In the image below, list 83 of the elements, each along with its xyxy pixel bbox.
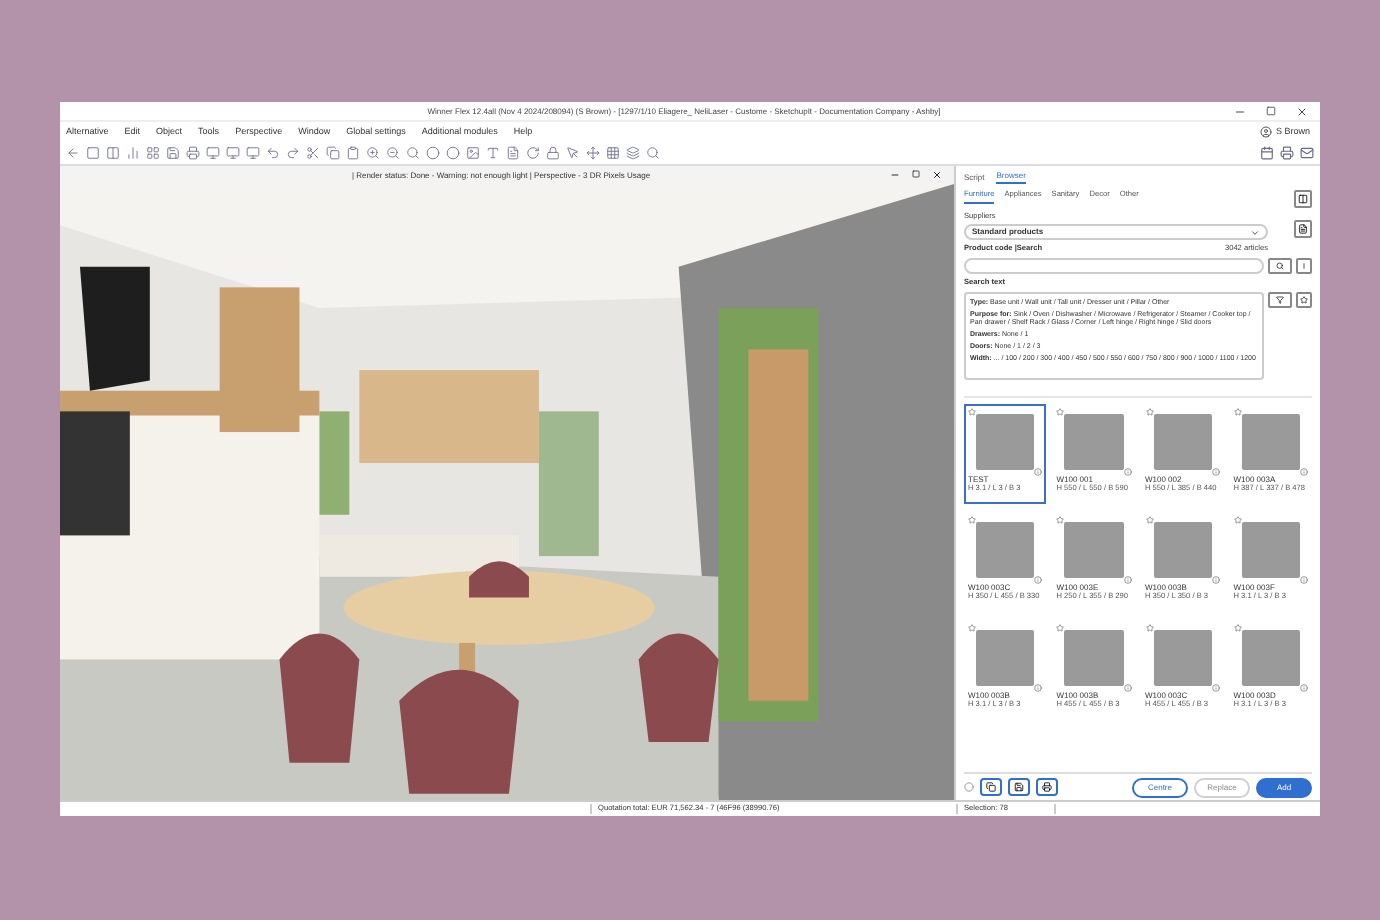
info-icon[interactable] [1300, 467, 1308, 476]
chart-icon[interactable] [126, 146, 140, 160]
info-icon[interactable] [1123, 467, 1131, 476]
frame-icon[interactable] [86, 146, 100, 160]
text-icon[interactable] [486, 146, 500, 160]
lock-icon[interactable] [546, 146, 560, 160]
favorite-icon[interactable] [968, 515, 976, 524]
zoom-in-icon[interactable] [366, 146, 380, 160]
info-icon[interactable] [1034, 575, 1043, 584]
info-icon[interactable] [1300, 575, 1308, 584]
save-icon[interactable] [1008, 778, 1030, 796]
image-icon[interactable] [466, 146, 480, 160]
favorite-icon[interactable] [968, 623, 976, 632]
minimize-icon[interactable] [1234, 105, 1247, 117]
favorite-icon[interactable] [1233, 515, 1242, 524]
search-icon[interactable] [646, 146, 660, 160]
caret-icon [1250, 227, 1260, 238]
search-icon[interactable] [1268, 258, 1292, 275]
favorite-icon[interactable] [1145, 515, 1153, 524]
paste-icon[interactable] [346, 146, 360, 160]
panel-icon[interactable] [1294, 190, 1312, 208]
info-icon[interactable] [1034, 683, 1043, 692]
info-icon[interactable] [1211, 575, 1220, 584]
product-thumbnail [976, 629, 1035, 686]
info-icon[interactable] [1123, 575, 1131, 584]
maximize-icon[interactable] [912, 170, 920, 178]
mail-icon[interactable] [1300, 146, 1314, 160]
circle-icon[interactable] [964, 782, 974, 792]
circle-icon[interactable] [426, 146, 440, 160]
favorite-icon[interactable] [1145, 623, 1153, 632]
product-thumbnail [1064, 413, 1123, 470]
filter-list[interactable] [964, 291, 1264, 380]
product-thumbnail [976, 521, 1035, 578]
maximize-icon[interactable] [1266, 105, 1277, 115]
product-thumbnail [1153, 629, 1212, 686]
info-icon[interactable] [1123, 683, 1131, 692]
circle-icon[interactable] [446, 146, 460, 160]
info-icon[interactable] [1034, 467, 1043, 476]
pointer-icon[interactable] [566, 146, 580, 160]
product-thumbnail [976, 413, 1035, 470]
product-thumbnail [1064, 629, 1123, 686]
favorite-icon[interactable] [1056, 623, 1065, 632]
print-icon[interactable] [1036, 778, 1058, 796]
favorite-icon[interactable] [1145, 407, 1153, 416]
panel-icon[interactable] [106, 146, 120, 160]
favorite-icon[interactable] [968, 407, 976, 416]
product-thumbnail [1153, 413, 1212, 470]
close-icon[interactable] [1296, 105, 1309, 117]
move-icon[interactable] [586, 146, 600, 160]
rotate-icon[interactable] [526, 146, 540, 160]
cut-icon[interactable] [306, 146, 320, 160]
monitor-icon[interactable] [246, 146, 260, 160]
monitor-icon[interactable] [226, 146, 240, 160]
back-icon[interactable] [66, 146, 80, 160]
product-thumbnail [1064, 521, 1123, 578]
product-code-field[interactable] [964, 258, 1264, 275]
info-icon[interactable] [1211, 467, 1220, 476]
layers-icon[interactable] [626, 146, 640, 160]
copy-icon[interactable] [980, 778, 1002, 796]
favorite-icon[interactable] [1056, 515, 1065, 524]
calendar-icon[interactable] [1260, 146, 1274, 160]
redo-icon[interactable] [286, 146, 300, 160]
user-icon[interactable] [1259, 126, 1272, 138]
star-icon[interactable] [1296, 291, 1312, 308]
info-icon[interactable] [1211, 683, 1220, 692]
search-icon[interactable] [406, 146, 420, 160]
zoom-out-icon[interactable] [386, 146, 400, 160]
minimize-icon[interactable] [890, 170, 900, 180]
favorite-icon[interactable] [1056, 407, 1065, 416]
info-icon[interactable] [1300, 683, 1308, 692]
product-thumbnail [1241, 413, 1300, 470]
product-thumbnail [1241, 629, 1300, 686]
product-thumbnail [1241, 521, 1300, 578]
filter-icon[interactable] [1268, 291, 1292, 308]
favorite-icon[interactable] [1233, 623, 1242, 632]
grid-icon[interactable] [146, 146, 160, 160]
product-thumbnail [1153, 521, 1212, 578]
grid-icon[interactable] [606, 146, 620, 160]
print-icon[interactable] [1280, 146, 1294, 160]
document-icon[interactable] [1294, 220, 1312, 238]
favorite-icon[interactable] [1233, 407, 1242, 416]
monitor-icon[interactable] [206, 146, 220, 160]
undo-icon[interactable] [266, 146, 280, 160]
